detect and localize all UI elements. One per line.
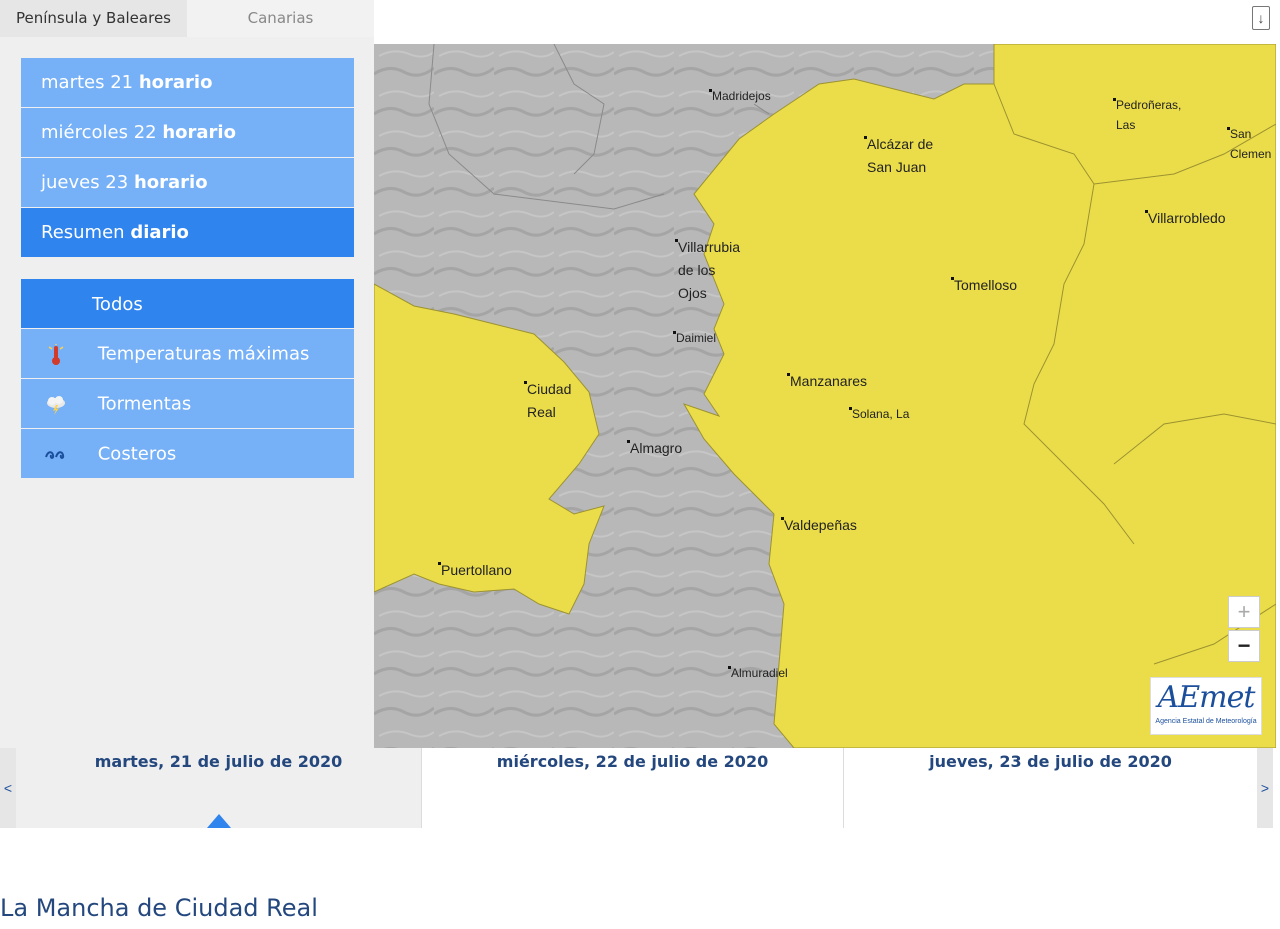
warnings-map[interactable]: Madridejos Alcázar de San Juan Pedroñera… — [374, 44, 1276, 748]
day-item-label: Resumen — [41, 222, 125, 243]
region-tabs: Península y Baleares Canarias — [0, 0, 374, 37]
town-label: Puertollano — [438, 559, 512, 582]
town-label: Ciudad Real — [524, 378, 571, 424]
town-label: Solana, La — [849, 404, 909, 424]
day-item-martes-21[interactable]: martes 21 horario — [21, 58, 354, 107]
logo-name: AEmet — [1157, 680, 1256, 715]
timeline-day-label: jueves, 23 de julio de 2020 — [929, 752, 1172, 771]
logo-subtitle: Agencia Estatal de Meteorología — [1155, 718, 1257, 725]
storm-icon — [41, 380, 71, 429]
town-label: Tomelloso — [951, 274, 1017, 297]
timeline-day-miercoles[interactable]: miércoles, 22 de julio de 2020 — [422, 748, 843, 828]
type-item-tormentas[interactable]: Tormentas — [21, 379, 354, 428]
day-item-mode: horario — [138, 72, 213, 93]
timeline-day-label: miércoles, 22 de julio de 2020 — [496, 752, 769, 771]
selected-day-marker — [206, 814, 231, 828]
day-menu: martes 21 horario miércoles 22 horario j… — [21, 58, 354, 258]
town-label: San Clemen — [1227, 124, 1271, 164]
town-label: Almagro — [627, 437, 682, 460]
timeline-day-martes[interactable]: martes, 21 de julio de 2020 — [16, 748, 421, 828]
zoom-out-button[interactable]: − — [1228, 630, 1260, 662]
timeline-prev-button[interactable]: < — [0, 748, 16, 828]
tab-canarias[interactable]: Canarias — [187, 0, 374, 37]
type-item-todos[interactable]: Todos — [21, 279, 354, 328]
day-item-mode: horario — [133, 172, 208, 193]
type-item-label: Todos — [92, 293, 143, 315]
tab-peninsula-baleares[interactable]: Península y Baleares — [0, 0, 187, 37]
timeline-day-jueves[interactable]: jueves, 23 de julio de 2020 — [844, 748, 1257, 828]
day-timeline: < martes, 21 de julio de 2020 miércoles,… — [0, 748, 1280, 828]
town-label: Madridejos — [709, 86, 771, 106]
zoom-in-button[interactable]: + — [1228, 596, 1260, 628]
town-label: Alcázar de San Juan — [864, 133, 933, 179]
timeline-next-button[interactable]: > — [1257, 748, 1273, 828]
day-item-mode: diario — [130, 222, 189, 243]
sidebar: martes 21 horario miércoles 22 horario j… — [0, 37, 374, 748]
day-item-miercoles-22[interactable]: miércoles 22 horario — [21, 108, 354, 157]
town-label: Villarrobledo — [1145, 207, 1226, 230]
type-item-label: Tormentas — [97, 393, 192, 415]
download-icon[interactable]: ↓ — [1252, 6, 1270, 30]
warning-type-menu: Todos Temperaturas máximas Tormentas Cos… — [21, 279, 354, 479]
day-item-label: miércoles 22 — [41, 122, 157, 143]
town-label: Valdepeñas — [781, 514, 857, 537]
day-item-resumen[interactable]: Resumen diario — [21, 208, 354, 257]
town-label: Villarrubia de los Ojos — [675, 236, 740, 305]
day-item-label: jueves 23 — [41, 172, 129, 193]
town-label: Daimiel — [673, 328, 716, 348]
type-item-costeros[interactable]: Costeros — [21, 429, 354, 478]
timeline-day-label: martes, 21 de julio de 2020 — [94, 752, 343, 771]
type-item-temperaturas-maximas[interactable]: Temperaturas máximas — [21, 329, 354, 378]
waves-icon — [41, 430, 71, 479]
day-item-mode: horario — [162, 122, 236, 143]
type-item-label: Costeros — [97, 443, 177, 465]
town-label: Almuradiel — [728, 663, 788, 683]
town-label: Manzanares — [787, 370, 867, 393]
day-item-jueves-23[interactable]: jueves 23 horario — [21, 158, 354, 207]
aemet-logo: AEmet Agencia Estatal de Meteorología — [1150, 677, 1262, 735]
map-base — [374, 44, 1276, 748]
day-item-label: martes 21 — [41, 72, 134, 93]
town-label: Pedroñeras, Las — [1113, 95, 1181, 135]
zone-title: La Mancha de Ciudad Real — [0, 894, 318, 922]
thermometer-icon — [41, 330, 71, 379]
type-item-label: Temperaturas máximas — [97, 343, 310, 365]
